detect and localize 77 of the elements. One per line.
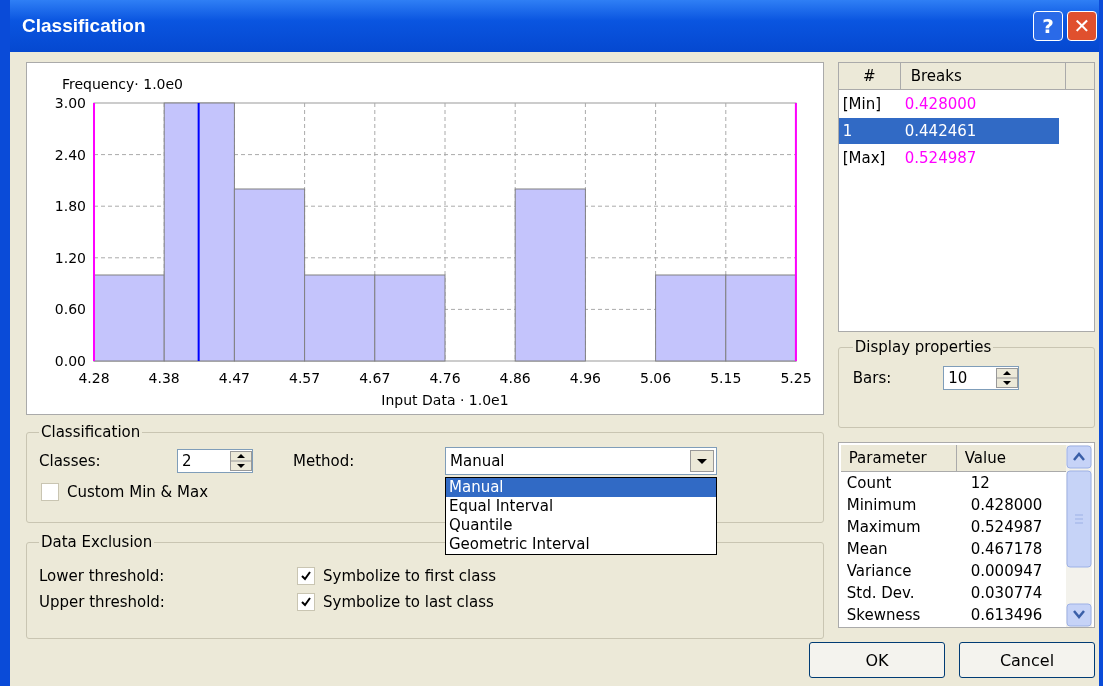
x-tick-label: 4.96 (569, 370, 601, 386)
column-header[interactable]: Value (956, 445, 1066, 471)
value-cell: 12 (970, 474, 990, 492)
x-tick-label: 4.86 (499, 370, 531, 386)
cancel-button[interactable]: Cancel (959, 642, 1095, 678)
break-row[interactable]: [Max] 0.524987 (838, 145, 1059, 171)
check-icon (300, 596, 312, 608)
chart-title: Frequency· 1.0e0 (62, 76, 183, 92)
checkbox[interactable] (297, 567, 315, 585)
break-row[interactable]: 1 0.442461 (838, 118, 1059, 144)
column-header[interactable]: # (838, 63, 901, 89)
x-tick-label: 5.06 (640, 370, 672, 386)
break-label: [Max] (841, 149, 887, 167)
method-label: Method: (293, 452, 356, 470)
parameter-cell-text: Maximum (845, 518, 922, 536)
break-value: 0.524987 (904, 149, 977, 167)
value-cell: 0.613496 (970, 606, 1043, 624)
group-title: Display properties (853, 338, 993, 356)
spin-arrows-icon[interactable] (996, 368, 1019, 388)
checkbox-label: Custom Min & Max (67, 483, 209, 501)
y-tick-label: 0.00 (54, 353, 86, 369)
x-tick-label: 4.28 (78, 370, 110, 386)
x-tick-label: 5.15 (710, 370, 742, 386)
bars-label: Bars: (852, 369, 892, 387)
parameter-cell-text: Minimum (845, 496, 918, 514)
checkbox[interactable] (41, 483, 59, 501)
checkbox-label: Symbolize to last class (323, 593, 494, 611)
parameter-cell-text: Variance (845, 562, 913, 580)
parameter-cell-text: Skewness (845, 606, 922, 624)
x-tick-label: 4.67 (359, 370, 391, 386)
column-header[interactable]: Breaks (900, 63, 1066, 89)
group-title: Classification (40, 423, 142, 441)
break-label: 1 (841, 122, 854, 140)
x-tick-label: 5.25 (780, 370, 812, 386)
value-cell: 0.030774 (970, 584, 1043, 602)
y-tick-label: 1.20 (54, 249, 86, 266)
parameter-cell-text: Mean (845, 540, 889, 558)
value-cell: 0.467178 (970, 540, 1043, 558)
ok-button[interactable]: OK (809, 642, 945, 678)
y-tick-label: 2.40 (54, 146, 86, 163)
classes-label: Classes: (39, 452, 102, 470)
dropdown-option[interactable]: Quantile (446, 516, 716, 535)
value-cell: 0.428000 (970, 496, 1043, 514)
parameter-cell-text: Count (845, 474, 893, 492)
x-tick-label: 4.47 (218, 370, 250, 386)
break-label: [Min] (841, 95, 883, 113)
break-value: 0.442461 (904, 122, 977, 140)
value-cell: 0.524987 (970, 518, 1043, 536)
y-tick-label: 0.60 (54, 301, 86, 318)
scrollbar[interactable] (1066, 445, 1092, 627)
bars-spinner[interactable]: 10 (943, 366, 1020, 390)
method-dropdown[interactable]: Manual (445, 447, 717, 475)
parameter-cell-text: Std. Dev. (845, 584, 916, 602)
classes-spinner[interactable]: 2 (177, 449, 253, 473)
check-icon (300, 570, 312, 582)
y-tick-label: 3.00 (54, 95, 86, 111)
dropdown-option[interactable]: Equal Interval (446, 497, 716, 516)
checkbox[interactable] (297, 593, 315, 611)
break-row[interactable]: [Min] 0.428000 (838, 91, 1059, 117)
help-button[interactable]: ? (1033, 11, 1063, 41)
dropdown-option[interactable]: Geometric Interval (446, 535, 716, 554)
x-tick-label: 4.76 (429, 370, 461, 386)
window-title: Classification (22, 15, 146, 37)
x-tick-label: 4.57 (289, 370, 321, 386)
spin-arrows-icon[interactable] (230, 451, 252, 471)
y-tick-label: 1.80 (54, 198, 86, 215)
column-header[interactable]: Parameter (840, 445, 957, 471)
threshold-label: Lower threshold: (39, 567, 166, 585)
close-button[interactable]: ✕ (1067, 11, 1097, 41)
group-title: Data Exclusion (40, 533, 154, 551)
x-axis-label: Input Data · 1.0e1 (381, 392, 509, 408)
dropdown-option[interactable]: Manual (446, 478, 716, 497)
x-tick-label: 4.38 (148, 370, 180, 386)
break-value: 0.428000 (904, 95, 977, 113)
threshold-label: Upper threshold: (39, 593, 166, 611)
value-cell: 0.000947 (970, 562, 1043, 580)
checkbox-label: Symbolize to first class (323, 567, 497, 585)
